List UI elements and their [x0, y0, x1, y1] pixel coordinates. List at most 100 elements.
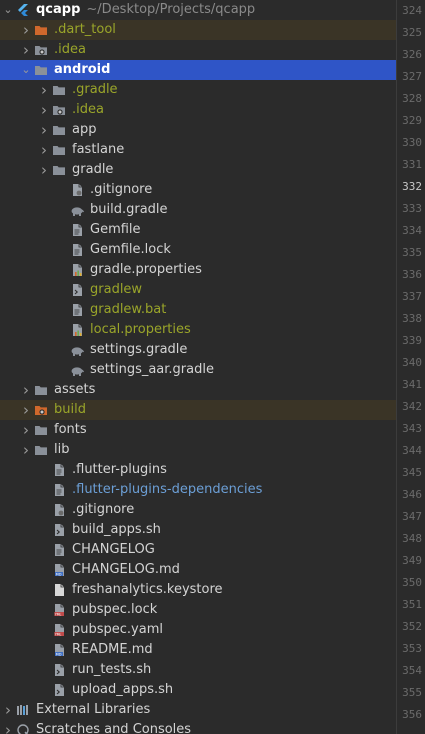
tree-row[interactable]: .gitignore [0, 180, 396, 200]
chevron-right-icon[interactable]: › [38, 80, 50, 100]
tree-item-label: settings_aar.gradle [90, 362, 214, 377]
ide-window: ⌄ qcapp ~/Desktop/Projects/qcapp › .dart_too… [0, 0, 425, 734]
tree-row[interactable]: MD README.md [0, 640, 396, 660]
line-number: 329 [402, 114, 422, 127]
tree-item-label: Gemfile [90, 222, 141, 237]
tree-item-label: .gradle [72, 82, 118, 97]
tree-row[interactable]: gradle.properties [0, 260, 396, 280]
project-tree-panel[interactable]: ⌄ qcapp ~/Desktop/Projects/qcapp › .dart_too… [0, 0, 396, 734]
tree-row[interactable]: › gradle [0, 160, 396, 180]
gradle-elephant-icon [70, 363, 84, 377]
tree-row[interactable]: › .idea [0, 100, 396, 120]
tree-row[interactable]: upload_apps.sh [0, 680, 396, 700]
tree-item-label: .gitignore [90, 182, 153, 197]
line-number: 355 [402, 686, 422, 699]
line-number: 326 [402, 48, 422, 61]
tree-row[interactable]: local.properties [0, 320, 396, 340]
chevron-right-icon[interactable]: › [2, 720, 14, 734]
gitignore-file-icon [52, 503, 66, 517]
chevron-right-icon[interactable]: › [38, 160, 50, 180]
text-file-icon [70, 223, 84, 237]
shell-file-icon [70, 283, 84, 297]
tree-row[interactable]: › app [0, 120, 396, 140]
line-number: 354 [402, 664, 422, 677]
tree-item-label: gradle [72, 162, 114, 177]
tree-row[interactable]: gradlew.bat [0, 300, 396, 320]
tree-row[interactable]: .flutter-plugins-dependencies [0, 480, 396, 500]
line-number: 344 [402, 444, 422, 457]
blank-file-icon [52, 583, 66, 597]
line-number: 346 [402, 488, 422, 501]
tree-row[interactable]: YML pubspec.yaml [0, 620, 396, 640]
line-number: 340 [402, 356, 422, 369]
tree-row[interactable]: ⌄ android [0, 60, 396, 80]
tree-item-label: .idea [54, 42, 86, 57]
tree-row[interactable]: › .dart_tool [0, 20, 396, 40]
tree-row[interactable]: MD CHANGELOG.md [0, 560, 396, 580]
line-number: 348 [402, 532, 422, 545]
folder-icon [52, 83, 66, 97]
line-number: 345 [402, 466, 422, 479]
tree-row[interactable]: run_tests.sh [0, 660, 396, 680]
tree-row[interactable]: › .gradle [0, 80, 396, 100]
tree-row[interactable]: YML pubspec.lock [0, 600, 396, 620]
folder-icon [52, 163, 66, 177]
tree-row[interactable]: settings_aar.gradle [0, 360, 396, 380]
chevron-right-icon[interactable]: › [20, 40, 32, 60]
folder-orange-icon [34, 23, 48, 37]
tree-row[interactable]: gradlew [0, 280, 396, 300]
tree-row[interactable]: .flutter-plugins [0, 460, 396, 480]
chevron-right-icon[interactable]: › [38, 140, 50, 160]
folder-icon [52, 143, 66, 157]
tree-row[interactable]: CHANGELOG [0, 540, 396, 560]
tree-row[interactable]: freshanalytics.keystore [0, 580, 396, 600]
tree-row[interactable]: settings.gradle [0, 340, 396, 360]
tree-item-label: CHANGELOG.md [72, 562, 180, 577]
chevron-right-icon[interactable]: › [20, 400, 32, 420]
chevron-down-icon[interactable]: ⌄ [20, 60, 32, 80]
folder-icon [34, 383, 48, 397]
tree-item-label: upload_apps.sh [72, 682, 174, 697]
tree-row[interactable]: › assets [0, 380, 396, 400]
chevron-right-icon[interactable]: › [2, 700, 14, 720]
folder-gear-icon [52, 103, 66, 117]
tree-item-label: .flutter-plugins-dependencies [72, 482, 263, 497]
tree-item-label: gradlew [90, 282, 143, 297]
markdown-file-icon: MD [52, 643, 66, 657]
tree-item-label: settings.gradle [90, 342, 188, 357]
tree-row[interactable]: › Scratches and Consoles [0, 720, 396, 734]
line-number: 330 [402, 136, 422, 149]
tree-row[interactable]: › fastlane [0, 140, 396, 160]
tree-row[interactable]: .gitignore [0, 500, 396, 520]
tree-item-label: CHANGELOG [72, 542, 155, 557]
chevron-right-icon[interactable]: › [38, 100, 50, 120]
chevron-right-icon[interactable]: › [20, 420, 32, 440]
line-number: 324 [402, 4, 422, 17]
chevron-right-icon[interactable]: › [20, 380, 32, 400]
tree-row[interactable]: Gemfile [0, 220, 396, 240]
tree-row[interactable]: › build [0, 400, 396, 420]
line-number: 356 [402, 708, 422, 721]
chevron-right-icon[interactable]: › [20, 20, 32, 40]
tree-row[interactable]: › External Libraries [0, 700, 396, 720]
tree-item-label: README.md [72, 642, 153, 657]
tree-row[interactable]: Gemfile.lock [0, 240, 396, 260]
properties-file-icon [70, 263, 84, 277]
chevron-down-icon[interactable]: ⌄ [2, 0, 14, 20]
tree-item-label: build_apps.sh [72, 522, 161, 537]
tree-row[interactable]: › lib [0, 440, 396, 460]
tree-row[interactable]: build_apps.sh [0, 520, 396, 540]
tree-row[interactable]: › fonts [0, 420, 396, 440]
text-file-icon [52, 483, 66, 497]
line-number: 352 [402, 620, 422, 633]
tree-row[interactable]: build.gradle [0, 200, 396, 220]
tree-row[interactable]: › .idea [0, 40, 396, 60]
chevron-right-icon[interactable]: › [20, 440, 32, 460]
tree-item-label: pubspec.lock [72, 602, 158, 617]
editor-line-gutter: 324 325 326 327 328 329 330 331 332 333 334 335 336 3… [396, 0, 425, 734]
tree-item-label: External Libraries [36, 702, 151, 717]
line-number: 325 [402, 26, 422, 39]
chevron-right-icon[interactable]: › [38, 120, 50, 140]
tree-item-label: freshanalytics.keystore [72, 582, 223, 597]
tree-row[interactable]: ⌄ qcapp ~/Desktop/Projects/qcapp [0, 0, 396, 20]
